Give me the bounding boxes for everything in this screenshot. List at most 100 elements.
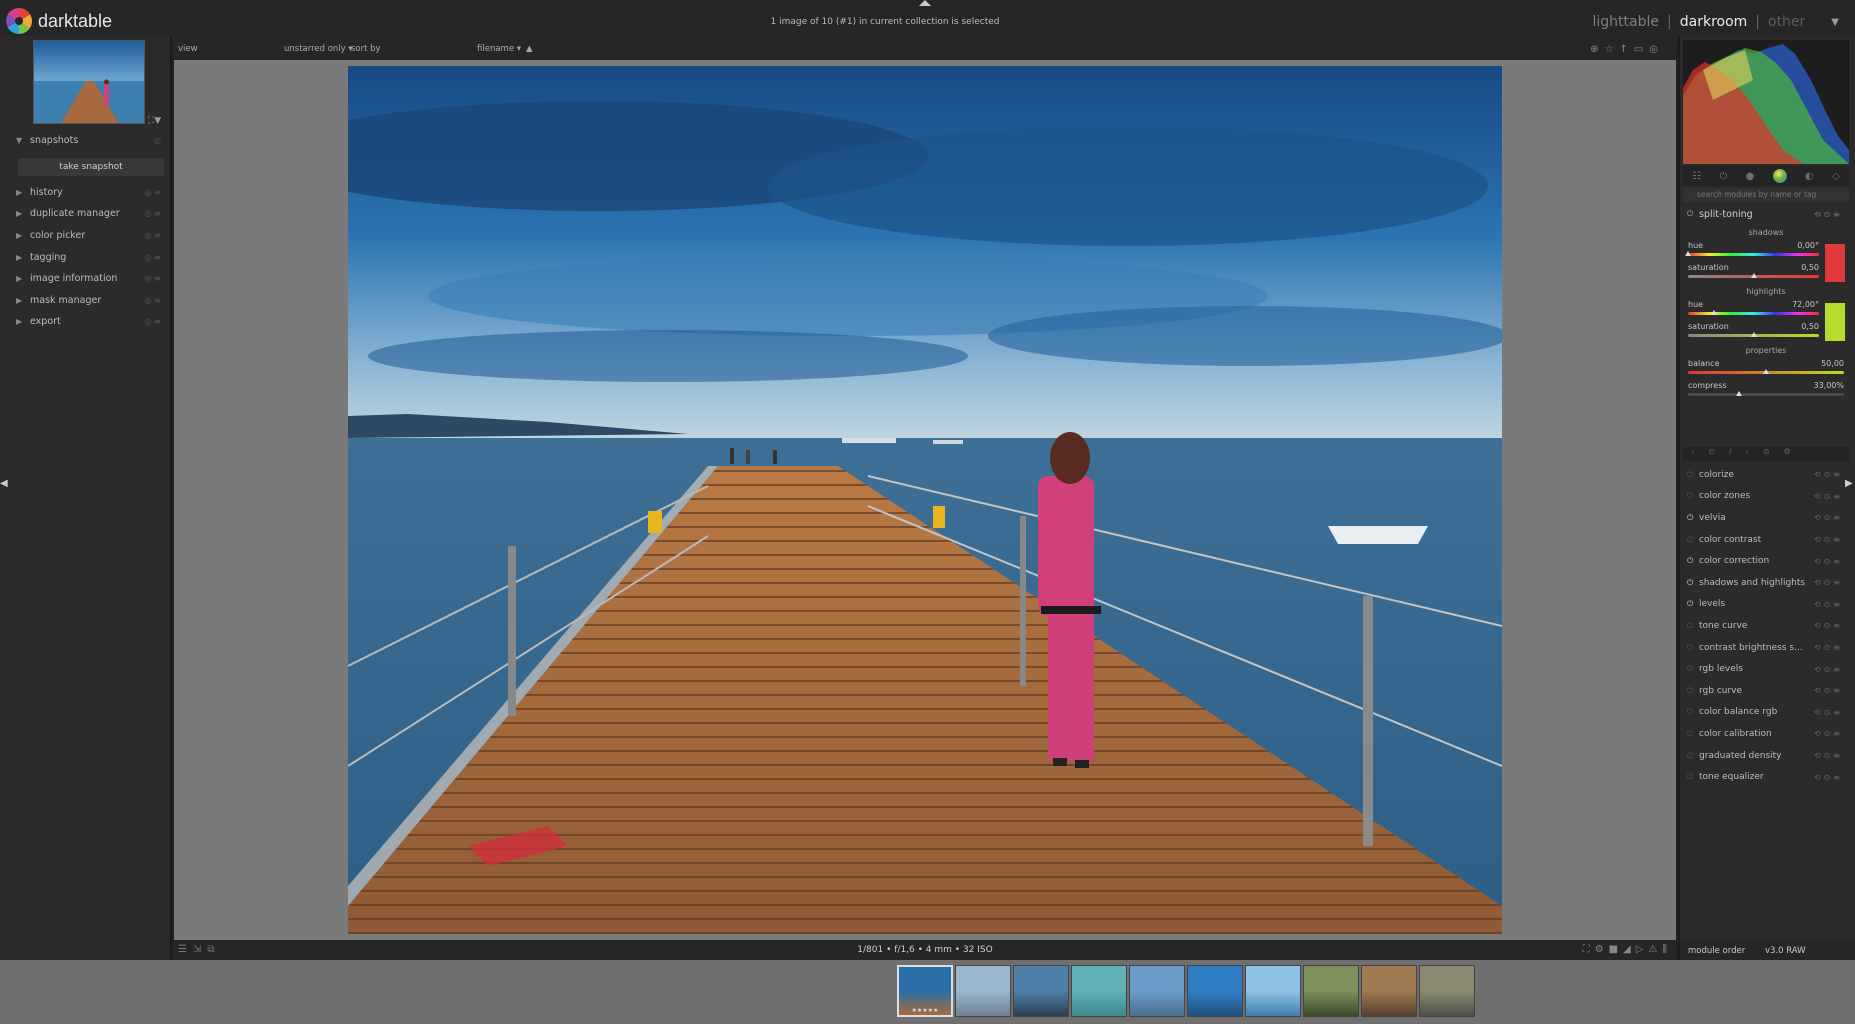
power-icon[interactable]: ⏻: [1687, 664, 1693, 674]
power-icon[interactable]: ⏻: [1687, 470, 1693, 480]
module-controls-icon[interactable]: ⟲⊙≡: [1814, 557, 1843, 566]
module-colorize[interactable]: ⏻ colorize ⟲⊙≡: [1683, 464, 1849, 486]
module-controls-icon[interactable]: ⟲⊙≡: [1814, 665, 1843, 674]
power-icon[interactable]: ⏻: [1687, 599, 1693, 609]
shadows-color-swatch[interactable]: [1825, 244, 1845, 282]
module-controls-icon[interactable]: ⟲⊙≡: [1814, 621, 1843, 630]
module-color-correction[interactable]: ⏻ color correction ⟲⊙≡: [1683, 550, 1849, 572]
tab-effects-icon[interactable]: ◇: [1832, 171, 1840, 182]
filmstrip-thumbnail[interactable]: [1419, 965, 1475, 1017]
filmstrip-thumbnail[interactable]: [1129, 965, 1185, 1017]
module-shadows-and-highlights[interactable]: ⏻ shadows and highlights ⟲⊙≡: [1683, 572, 1849, 594]
module-controls-icon[interactable]: ⟲⊙≡: [1814, 643, 1843, 652]
module-color-picker[interactable]: ▶ color picker ◎≡: [16, 225, 166, 247]
module-presets-icon[interactable]: ◎: [154, 136, 164, 145]
highlights-color-swatch[interactable]: [1825, 303, 1845, 341]
slider-knob[interactable]: [1750, 332, 1757, 337]
module-presets-icon[interactable]: ◎≡: [144, 231, 164, 240]
chevron-down-icon[interactable]: ▼: [1831, 17, 1839, 28]
preview-options-icon[interactable]: ⛶▼: [148, 116, 161, 126]
filmstrip-thumbnail[interactable]: ★★★★★: [897, 965, 953, 1017]
module-order-value[interactable]: v3.0 RAW: [1765, 946, 1806, 956]
module-mask-manager[interactable]: ▶ mask manager ◎≡: [16, 290, 166, 312]
power-icon[interactable]: ⏻: [1687, 513, 1693, 523]
navigation-preview[interactable]: [33, 40, 145, 124]
tab-quick-access-icon[interactable]: ☷: [1692, 171, 1701, 182]
view-darkroom[interactable]: darkroom: [1680, 14, 1748, 30]
module-graduated-density[interactable]: ⏻ graduated density ⟲⊙≡: [1683, 745, 1849, 767]
collapse-right-panel-icon[interactable]: ▶: [1845, 478, 1853, 489]
module-presets-icon[interactable]: ◎≡: [144, 188, 164, 197]
filmstrip-thumbnail[interactable]: [1013, 965, 1069, 1017]
module-tagging[interactable]: ▶ tagging ◎≡: [16, 246, 166, 268]
module-export[interactable]: ▶ export ◎≡: [16, 311, 166, 333]
power-icon[interactable]: ⏻: [1687, 729, 1693, 739]
view-other[interactable]: other: [1768, 14, 1805, 30]
power-icon[interactable]: ⏻: [1687, 772, 1693, 782]
module-rgb-curve[interactable]: ⏻ rgb curve ⟲⊙≡: [1683, 680, 1849, 702]
module-controls-icon[interactable]: ⟲⊙≡: [1814, 210, 1843, 219]
image-canvas[interactable]: [174, 60, 1676, 940]
tab-correct-icon[interactable]: ◐: [1805, 171, 1814, 182]
module-controls-icon[interactable]: ⟲⊙≡: [1814, 708, 1843, 717]
split-toning-header[interactable]: split-toning ⟲⊙≡: [1683, 206, 1849, 222]
power-icon[interactable]: ⏻: [1687, 751, 1693, 761]
filmstrip-thumbnail[interactable]: [955, 965, 1011, 1017]
collapse-top-panel-icon[interactable]: [919, 0, 931, 6]
power-icon[interactable]: ⏻: [1687, 556, 1693, 566]
module-controls-icon[interactable]: ⟲⊙≡: [1814, 492, 1843, 501]
slider-knob[interactable]: [1685, 251, 1691, 256]
module-tone-curve[interactable]: ⏻ tone curve ⟲⊙≡: [1683, 615, 1849, 637]
filmstrip-thumbnail[interactable]: [1187, 965, 1243, 1017]
module-history[interactable]: ▶ history ◎≡: [16, 182, 166, 204]
module-contrast-brightness-s-[interactable]: ⏻ contrast brightness s... ⟲⊙≡: [1683, 637, 1849, 659]
module-presets-icon[interactable]: ◎≡: [144, 209, 164, 218]
main-photo[interactable]: [348, 66, 1502, 934]
module-controls-icon[interactable]: ⟲⊙≡: [1814, 751, 1843, 760]
module-levels[interactable]: ⏻ levels ⟲⊙≡: [1683, 594, 1849, 616]
collapse-left-panel-icon[interactable]: ◀: [0, 478, 8, 489]
rating-stars[interactable]: ★★★★★: [899, 1007, 951, 1014]
filmstrip-thumbnail[interactable]: [1303, 965, 1359, 1017]
module-color-balance-rgb[interactable]: ⏻ color balance rgb ⟲⊙≡: [1683, 702, 1849, 724]
module-controls-icon[interactable]: ⟲⊙≡: [1814, 535, 1843, 544]
power-icon[interactable]: ⏻: [1687, 643, 1693, 653]
filmstrip-thumbnail[interactable]: [1071, 965, 1127, 1017]
balance-slider[interactable]: balance 50,00: [1688, 356, 1844, 377]
shadows-hue-slider[interactable]: hue 0,00°: [1685, 238, 1819, 259]
filmstrip-thumbnail[interactable]: [1361, 965, 1417, 1017]
module-image-information[interactable]: ▶ image information ◎≡: [16, 268, 166, 290]
rating-filter-dropdown[interactable]: unstarred only ▾: [284, 44, 353, 54]
tab-active-modules-icon[interactable]: ⏻: [1719, 171, 1727, 182]
module-presets-icon[interactable]: ◎≡: [144, 253, 164, 262]
tab-color-icon[interactable]: [1772, 169, 1787, 183]
module-tone-equalizer[interactable]: ⏻ tone equalizer ⟲⊙≡: [1683, 766, 1849, 788]
slider-knob[interactable]: [1763, 369, 1769, 374]
toolbar-icons[interactable]: ⊕☆↑▭◎: [1590, 44, 1664, 55]
power-icon[interactable]: ⏻: [1687, 491, 1693, 501]
shadows-saturation-slider[interactable]: saturation 0,50: [1688, 260, 1819, 281]
power-icon[interactable]: ⏻: [1687, 578, 1693, 588]
module-color-calibration[interactable]: ⏻ color calibration ⟲⊙≡: [1683, 723, 1849, 745]
overexposure-icons[interactable]: ⛶⚙■◢▷⚠⫼: [1583, 944, 1672, 955]
take-snapshot-button[interactable]: take snapshot: [18, 157, 164, 176]
filmstrip-thumbnail[interactable]: [1245, 965, 1301, 1017]
power-icon[interactable]: ⏻: [1687, 686, 1693, 696]
highlights-saturation-slider[interactable]: saturation 0,50: [1688, 319, 1819, 340]
highlights-hue-slider[interactable]: hue 72,00°: [1688, 297, 1819, 318]
histogram[interactable]: [1683, 40, 1849, 164]
module-controls-icon[interactable]: ⟲⊙≡: [1814, 513, 1843, 522]
module-controls-icon[interactable]: ⟲⊙≡: [1814, 773, 1843, 782]
power-icon[interactable]: ⏻: [1687, 535, 1693, 545]
tab-base-icon[interactable]: ●: [1746, 171, 1755, 182]
module-controls-icon[interactable]: ⟲⊙≡: [1814, 729, 1843, 738]
module-snapshots[interactable]: ▼ snapshots ◎: [16, 130, 166, 152]
slider-knob[interactable]: [1736, 391, 1743, 396]
module-controls-icon[interactable]: ⟲⊙≡: [1814, 686, 1843, 695]
module-search-input[interactable]: search modules by name or tag: [1683, 188, 1849, 202]
module-rgb-levels[interactable]: ⏻ rgb levels ⟲⊙≡: [1683, 658, 1849, 680]
view-lighttable[interactable]: lighttable: [1593, 14, 1660, 30]
sort-direction-toggle[interactable]: ▲: [526, 44, 533, 54]
module-duplicate-manager[interactable]: ▶ duplicate manager ◎≡: [16, 203, 166, 225]
sort-field-dropdown[interactable]: filename ▾: [477, 44, 521, 54]
